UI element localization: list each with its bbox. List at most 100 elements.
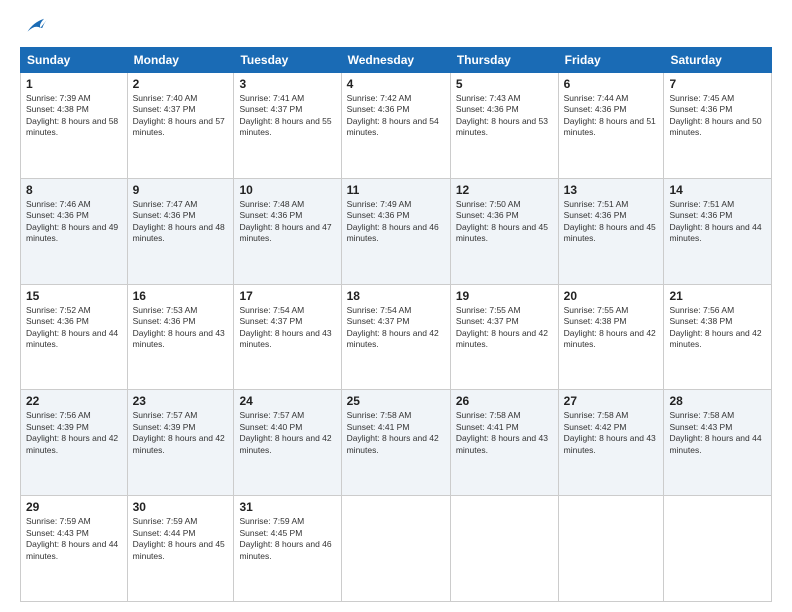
calendar-cell: 22 Sunrise: 7:56 AMSunset: 4:39 PMDaylig…: [21, 390, 128, 496]
day-info: Sunrise: 7:58 AMSunset: 4:41 PMDaylight:…: [456, 410, 548, 454]
calendar-week-row: 22 Sunrise: 7:56 AMSunset: 4:39 PMDaylig…: [21, 390, 772, 496]
day-number: 6: [564, 77, 659, 91]
day-number: 4: [347, 77, 445, 91]
day-info: Sunrise: 7:59 AMSunset: 4:45 PMDaylight:…: [239, 516, 331, 560]
day-number: 18: [347, 289, 445, 303]
calendar-cell: 23 Sunrise: 7:57 AMSunset: 4:39 PMDaylig…: [127, 390, 234, 496]
calendar-cell: [341, 496, 450, 602]
calendar-cell: 31 Sunrise: 7:59 AMSunset: 4:45 PMDaylig…: [234, 496, 341, 602]
day-info: Sunrise: 7:54 AMSunset: 4:37 PMDaylight:…: [347, 305, 439, 349]
day-info: Sunrise: 7:51 AMSunset: 4:36 PMDaylight:…: [669, 199, 761, 243]
day-number: 31: [239, 500, 335, 514]
calendar-cell: [664, 496, 772, 602]
calendar-cell: 13 Sunrise: 7:51 AMSunset: 4:36 PMDaylig…: [558, 178, 664, 284]
calendar-cell: 4 Sunrise: 7:42 AMSunset: 4:36 PMDayligh…: [341, 73, 450, 179]
day-number: 13: [564, 183, 659, 197]
calendar-cell: 10 Sunrise: 7:48 AMSunset: 4:36 PMDaylig…: [234, 178, 341, 284]
day-info: Sunrise: 7:54 AMSunset: 4:37 PMDaylight:…: [239, 305, 331, 349]
calendar-cell: 16 Sunrise: 7:53 AMSunset: 4:36 PMDaylig…: [127, 284, 234, 390]
calendar-cell: 19 Sunrise: 7:55 AMSunset: 4:37 PMDaylig…: [450, 284, 558, 390]
day-info: Sunrise: 7:45 AMSunset: 4:36 PMDaylight:…: [669, 93, 761, 137]
day-info: Sunrise: 7:48 AMSunset: 4:36 PMDaylight:…: [239, 199, 331, 243]
day-number: 23: [133, 394, 229, 408]
calendar-cell: 27 Sunrise: 7:58 AMSunset: 4:42 PMDaylig…: [558, 390, 664, 496]
day-info: Sunrise: 7:53 AMSunset: 4:36 PMDaylight:…: [133, 305, 225, 349]
day-info: Sunrise: 7:50 AMSunset: 4:36 PMDaylight:…: [456, 199, 548, 243]
calendar-cell: 11 Sunrise: 7:49 AMSunset: 4:36 PMDaylig…: [341, 178, 450, 284]
day-info: Sunrise: 7:52 AMSunset: 4:36 PMDaylight:…: [26, 305, 118, 349]
day-number: 9: [133, 183, 229, 197]
day-info: Sunrise: 7:59 AMSunset: 4:43 PMDaylight:…: [26, 516, 118, 560]
calendar-week-row: 15 Sunrise: 7:52 AMSunset: 4:36 PMDaylig…: [21, 284, 772, 390]
calendar-cell: 7 Sunrise: 7:45 AMSunset: 4:36 PMDayligh…: [664, 73, 772, 179]
day-number: 10: [239, 183, 335, 197]
calendar-cell: 17 Sunrise: 7:54 AMSunset: 4:37 PMDaylig…: [234, 284, 341, 390]
calendar-cell: 6 Sunrise: 7:44 AMSunset: 4:36 PMDayligh…: [558, 73, 664, 179]
page: SundayMondayTuesdayWednesdayThursdayFrid…: [0, 0, 792, 612]
calendar-cell: 25 Sunrise: 7:58 AMSunset: 4:41 PMDaylig…: [341, 390, 450, 496]
day-number: 7: [669, 77, 766, 91]
day-info: Sunrise: 7:57 AMSunset: 4:39 PMDaylight:…: [133, 410, 225, 454]
day-number: 2: [133, 77, 229, 91]
calendar-table: SundayMondayTuesdayWednesdayThursdayFrid…: [20, 47, 772, 602]
calendar-cell: 18 Sunrise: 7:54 AMSunset: 4:37 PMDaylig…: [341, 284, 450, 390]
calendar-cell: 12 Sunrise: 7:50 AMSunset: 4:36 PMDaylig…: [450, 178, 558, 284]
calendar-cell: 26 Sunrise: 7:58 AMSunset: 4:41 PMDaylig…: [450, 390, 558, 496]
day-info: Sunrise: 7:57 AMSunset: 4:40 PMDaylight:…: [239, 410, 331, 454]
calendar-cell: [450, 496, 558, 602]
day-info: Sunrise: 7:59 AMSunset: 4:44 PMDaylight:…: [133, 516, 225, 560]
day-info: Sunrise: 7:41 AMSunset: 4:37 PMDaylight:…: [239, 93, 331, 137]
day-number: 3: [239, 77, 335, 91]
day-info: Sunrise: 7:46 AMSunset: 4:36 PMDaylight:…: [26, 199, 118, 243]
day-header-monday: Monday: [127, 48, 234, 73]
day-info: Sunrise: 7:51 AMSunset: 4:36 PMDaylight:…: [564, 199, 656, 243]
day-number: 21: [669, 289, 766, 303]
calendar-cell: [558, 496, 664, 602]
calendar-cell: 28 Sunrise: 7:58 AMSunset: 4:43 PMDaylig…: [664, 390, 772, 496]
calendar-cell: 15 Sunrise: 7:52 AMSunset: 4:36 PMDaylig…: [21, 284, 128, 390]
calendar-header-row: SundayMondayTuesdayWednesdayThursdayFrid…: [21, 48, 772, 73]
calendar-cell: 24 Sunrise: 7:57 AMSunset: 4:40 PMDaylig…: [234, 390, 341, 496]
day-number: 11: [347, 183, 445, 197]
day-number: 14: [669, 183, 766, 197]
calendar-cell: 21 Sunrise: 7:56 AMSunset: 4:38 PMDaylig…: [664, 284, 772, 390]
day-info: Sunrise: 7:43 AMSunset: 4:36 PMDaylight:…: [456, 93, 548, 137]
calendar-cell: 5 Sunrise: 7:43 AMSunset: 4:36 PMDayligh…: [450, 73, 558, 179]
day-header-friday: Friday: [558, 48, 664, 73]
day-info: Sunrise: 7:55 AMSunset: 4:37 PMDaylight:…: [456, 305, 548, 349]
calendar-cell: 8 Sunrise: 7:46 AMSunset: 4:36 PMDayligh…: [21, 178, 128, 284]
header: [20, 15, 772, 39]
day-info: Sunrise: 7:49 AMSunset: 4:36 PMDaylight:…: [347, 199, 439, 243]
logo-icon: [20, 15, 48, 39]
day-header-tuesday: Tuesday: [234, 48, 341, 73]
calendar-week-row: 1 Sunrise: 7:39 AMSunset: 4:38 PMDayligh…: [21, 73, 772, 179]
day-number: 20: [564, 289, 659, 303]
calendar-cell: 2 Sunrise: 7:40 AMSunset: 4:37 PMDayligh…: [127, 73, 234, 179]
day-number: 8: [26, 183, 122, 197]
day-number: 27: [564, 394, 659, 408]
day-header-wednesday: Wednesday: [341, 48, 450, 73]
calendar-cell: 29 Sunrise: 7:59 AMSunset: 4:43 PMDaylig…: [21, 496, 128, 602]
day-info: Sunrise: 7:40 AMSunset: 4:37 PMDaylight:…: [133, 93, 225, 137]
day-header-sunday: Sunday: [21, 48, 128, 73]
day-header-thursday: Thursday: [450, 48, 558, 73]
calendar-cell: 30 Sunrise: 7:59 AMSunset: 4:44 PMDaylig…: [127, 496, 234, 602]
day-info: Sunrise: 7:56 AMSunset: 4:39 PMDaylight:…: [26, 410, 118, 454]
day-number: 16: [133, 289, 229, 303]
day-number: 26: [456, 394, 553, 408]
calendar-cell: 9 Sunrise: 7:47 AMSunset: 4:36 PMDayligh…: [127, 178, 234, 284]
day-info: Sunrise: 7:39 AMSunset: 4:38 PMDaylight:…: [26, 93, 118, 137]
day-number: 24: [239, 394, 335, 408]
day-number: 30: [133, 500, 229, 514]
day-number: 25: [347, 394, 445, 408]
day-number: 12: [456, 183, 553, 197]
day-info: Sunrise: 7:56 AMSunset: 4:38 PMDaylight:…: [669, 305, 761, 349]
day-info: Sunrise: 7:42 AMSunset: 4:36 PMDaylight:…: [347, 93, 439, 137]
calendar-cell: 14 Sunrise: 7:51 AMSunset: 4:36 PMDaylig…: [664, 178, 772, 284]
day-number: 29: [26, 500, 122, 514]
logo: [20, 15, 52, 39]
day-info: Sunrise: 7:44 AMSunset: 4:36 PMDaylight:…: [564, 93, 656, 137]
calendar-cell: 1 Sunrise: 7:39 AMSunset: 4:38 PMDayligh…: [21, 73, 128, 179]
day-number: 15: [26, 289, 122, 303]
day-number: 19: [456, 289, 553, 303]
